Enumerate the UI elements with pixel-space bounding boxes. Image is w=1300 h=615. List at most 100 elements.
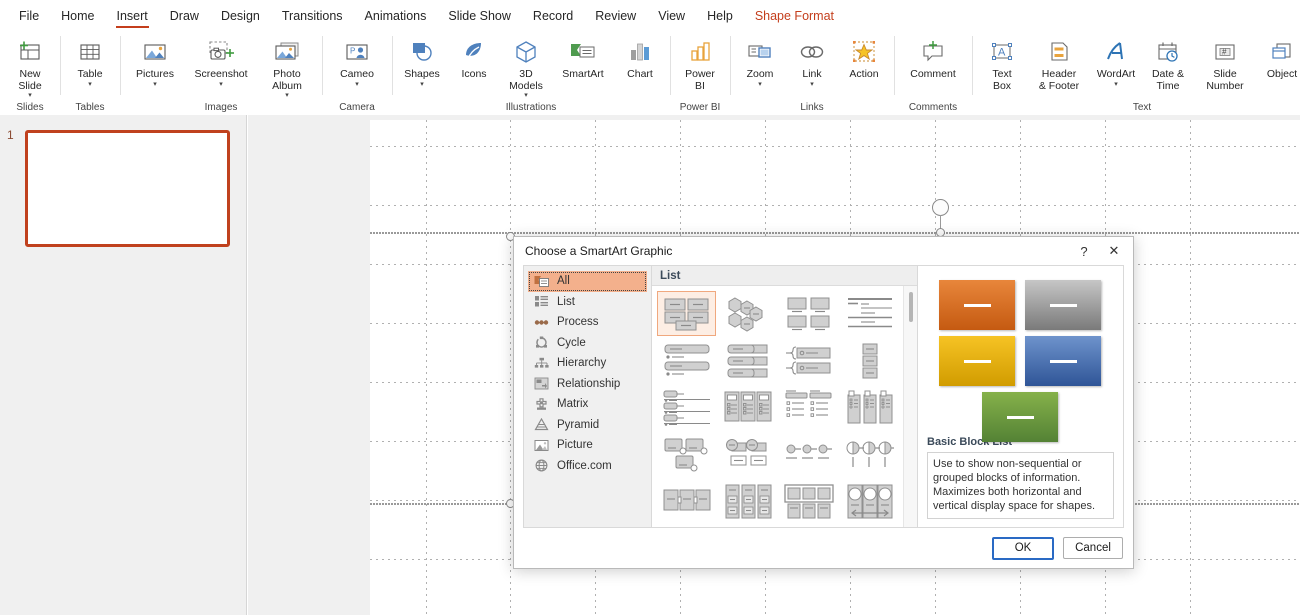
object-button[interactable]: Object [1256, 33, 1300, 97]
shapes-button[interactable]: Shapes ▾ [396, 33, 448, 97]
preview-block-2 [1025, 280, 1101, 330]
chevron-down-icon[interactable]: ▾ [1114, 81, 1118, 88]
gallery-item-grouped-list[interactable] [780, 385, 839, 430]
ribbon-group-comments: Comment Comments [894, 33, 972, 115]
category-item-hierarchy[interactable]: Hierarchy [524, 353, 651, 374]
gallery-item-alternating-hexagons[interactable] [718, 291, 777, 336]
menu-item-home[interactable]: Home [50, 3, 105, 30]
text-box-button[interactable]: A Text Box [976, 33, 1028, 97]
gallery-item-horizontal-picture-list[interactable] [780, 432, 839, 477]
table-button[interactable]: Table ▾ [64, 33, 116, 97]
menu-item-animations[interactable]: Animations [354, 3, 438, 30]
gallery-item-basic-block-list[interactable] [657, 291, 717, 336]
category-item-picture[interactable]: Picture [524, 435, 651, 456]
action-button[interactable]: Action [838, 33, 890, 97]
gallery-item-vertical-chevron-list[interactable] [841, 338, 900, 383]
category-item-cycle[interactable]: Cycle [524, 333, 651, 354]
gallery-item-continuous-picture-list[interactable] [657, 479, 716, 524]
smartart-button[interactable]: SmartArt [552, 33, 614, 97]
photo-album-button[interactable]: Photo Album ▾ [256, 33, 318, 99]
gallery-item-vertical-box-list[interactable] [718, 338, 777, 383]
slide-number-button[interactable]: # Slide Number [1194, 33, 1256, 97]
menu-item-review[interactable]: Review [584, 3, 647, 30]
gallery-scrollbar-thumb[interactable] [909, 292, 913, 322]
chevron-down-icon[interactable]: ▾ [153, 81, 157, 88]
date-time-button[interactable]: Date & Time [1142, 33, 1194, 97]
category-item-office-com[interactable]: Office.com [524, 456, 651, 477]
svg-text:P: P [350, 47, 355, 56]
close-icon[interactable]: ✕ [1099, 239, 1129, 263]
wordart-button[interactable]: WordArt ▾ [1090, 33, 1142, 97]
menu-item-transitions[interactable]: Transitions [271, 3, 354, 30]
menu-item-draw[interactable]: Draw [159, 3, 210, 30]
zoom-label: Zoom [746, 68, 774, 80]
pyramid-icon [533, 417, 550, 432]
menu-item-shape-format[interactable]: Shape Format [744, 3, 845, 30]
category-item-matrix[interactable]: Matrix [524, 394, 651, 415]
gallery-item-circle-picture-hierarchy[interactable] [841, 479, 900, 524]
ribbon-group-tables: Table ▾ Tables [60, 33, 120, 115]
new-slide-button[interactable]: New Slide ▾ [4, 33, 56, 99]
gallery-item-horizontal-bullet-list[interactable] [657, 385, 716, 430]
gallery-item-stacked-list[interactable] [657, 432, 716, 477]
gallery-item-detailed-process[interactable] [718, 432, 777, 477]
chart-button[interactable]: Chart [614, 33, 666, 97]
rotate-handle[interactable] [932, 199, 949, 216]
preview-panel: Basic Block List Use to show non-sequent… [917, 266, 1123, 527]
slide-thumbnail-1[interactable] [25, 130, 230, 247]
power-bi-button[interactable]: Power BI [674, 33, 726, 97]
cameo-button[interactable]: P Cameo ▾ [326, 33, 388, 97]
header-footer-button[interactable]: Header & Footer [1028, 33, 1090, 97]
gallery-item-framed-text-picture[interactable] [780, 479, 839, 524]
screenshot-button[interactable]: Screenshot ▾ [186, 33, 256, 97]
chevron-down-icon[interactable]: ▾ [524, 92, 528, 99]
menu-item-help[interactable]: Help [696, 3, 744, 30]
chevron-down-icon[interactable]: ▾ [758, 81, 762, 88]
category-item-process[interactable]: Process [524, 312, 651, 333]
chevron-down-icon[interactable]: ▾ [285, 92, 289, 99]
category-item-pyramid[interactable]: Pyramid [524, 415, 651, 436]
preview-block-4 [1025, 336, 1101, 386]
menu-item-record[interactable]: Record [522, 3, 584, 30]
gallery-item-lined-list[interactable] [841, 291, 900, 336]
icons-icon [460, 37, 488, 67]
3d-models-button[interactable]: 3D Models ▾ [500, 33, 552, 99]
gallery-item-tab-list[interactable] [718, 385, 777, 430]
cameo-label: Cameo [340, 68, 374, 80]
category-list[interactable]: All List Process Cycle Hierarchy Relatio… [524, 266, 652, 527]
gallery-item-vertical-bracket-list[interactable] [780, 338, 839, 383]
category-label-picture: Picture [557, 439, 593, 452]
chevron-down-icon[interactable]: ▾ [810, 81, 814, 88]
pictures-button[interactable]: Pictures ▾ [124, 33, 186, 97]
chevron-down-icon[interactable]: ▾ [420, 81, 424, 88]
new-slide-label: New Slide [18, 68, 42, 92]
chevron-down-icon[interactable]: ▾ [28, 92, 32, 99]
menu-item-design[interactable]: Design [210, 3, 271, 30]
matrix-icon [533, 397, 550, 412]
gallery-scrollbar[interactable] [903, 286, 917, 527]
menu-item-slide-show[interactable]: Slide Show [437, 3, 522, 30]
gallery-item-picture-caption-list[interactable] [780, 291, 839, 336]
gallery-item-table-hierarchy[interactable] [718, 479, 777, 524]
menu-item-insert[interactable]: Insert [106, 3, 159, 30]
link-button[interactable]: Link ▾ [786, 33, 838, 97]
chevron-down-icon[interactable]: ▾ [355, 81, 359, 88]
category-item-relationship[interactable]: Relationship [524, 374, 651, 395]
category-item-list[interactable]: List [524, 292, 651, 313]
cancel-button[interactable]: Cancel [1063, 537, 1123, 559]
wordart-icon [1103, 37, 1129, 67]
icons-button[interactable]: Icons [448, 33, 500, 97]
help-button[interactable]: ? [1069, 239, 1099, 263]
menu-item-file[interactable]: File [8, 3, 50, 30]
chevron-down-icon[interactable]: ▾ [88, 81, 92, 88]
category-item-all[interactable]: All [528, 271, 647, 292]
gallery-item-pie-process[interactable] [841, 432, 900, 477]
category-label-hierarchy: Hierarchy [557, 357, 607, 370]
ok-button[interactable]: OK [992, 536, 1054, 560]
gallery-item-vertical-block-list[interactable] [841, 385, 900, 430]
comment-button[interactable]: Comment [898, 33, 968, 97]
zoom-button[interactable]: Zoom ▾ [734, 33, 786, 97]
gallery-item-vertical-bullet-list[interactable] [657, 338, 716, 383]
menu-item-view[interactable]: View [647, 3, 696, 30]
chevron-down-icon[interactable]: ▾ [219, 81, 223, 88]
